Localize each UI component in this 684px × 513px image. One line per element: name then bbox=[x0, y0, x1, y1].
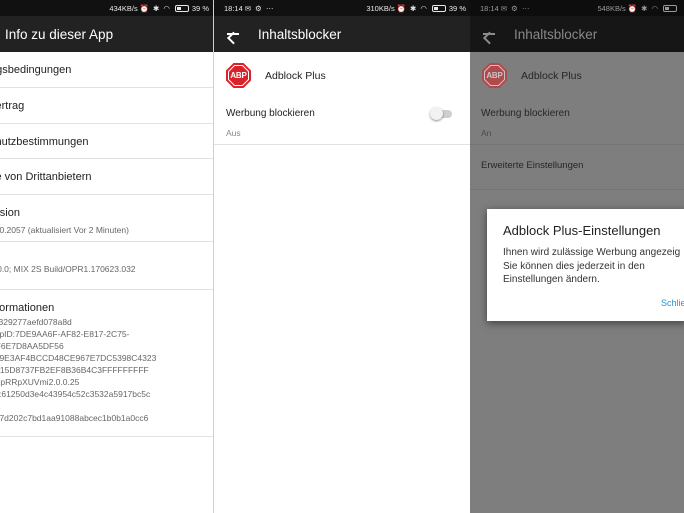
back-arrow-icon[interactable] bbox=[226, 27, 240, 41]
app-name: Adblock Plus bbox=[265, 69, 326, 82]
advanced-settings-label: Erweiterte Einstellungen bbox=[481, 160, 584, 171]
dialog-message: Ihnen wird zulässige Werbung angezeig Si… bbox=[503, 246, 681, 287]
info-line: 2b7d202c7bd1aa91088abcec1b0b1a0cc6 bbox=[0, 413, 149, 423]
info-line: sh:61250d3e4c43954c52c3532a5917bc5c bbox=[0, 389, 151, 399]
block-ads-setting: Werbung blockieren An bbox=[470, 99, 684, 145]
setting-value: Aus bbox=[226, 128, 241, 138]
wifi-icon: ◠ bbox=[651, 3, 658, 13]
version-value: .0.0.2057 (aktualisiert Vor 2 Minuten) bbox=[0, 225, 129, 235]
clock: 18:14 bbox=[480, 3, 499, 13]
info-line: 0F15D8737FB2EF8B36B4C3FFFFFFFFF bbox=[0, 365, 149, 375]
status-bar: 434KB/s ⏰ ✱ ◠ 39 % bbox=[0, 0, 213, 16]
page-title: Info zu dieser App bbox=[5, 26, 114, 42]
alarm-icon: ⏰ bbox=[139, 3, 150, 13]
content-blocker-screen: 18:14 ✉ ⚙ ⋯ 310KB/s ⏰ ✱ ◠ 39 % Inhaltsbl… bbox=[213, 0, 470, 513]
setting-label: Werbung blockieren bbox=[481, 108, 570, 119]
battery-icon bbox=[174, 4, 189, 12]
adblock-settings-dialog: Adblock Plus-Einstellungen Ihnen wird zu… bbox=[487, 209, 684, 321]
info-line: D:329277aefd078a8d bbox=[0, 317, 72, 327]
bluetooth-icon: ✱ bbox=[410, 3, 417, 13]
user-agent-value: 8.0.0; MIX 2S Build/OPR1.170623.032 bbox=[0, 264, 136, 274]
back-arrow-icon bbox=[482, 27, 496, 41]
setting-label: Werbung blockieren bbox=[226, 108, 315, 119]
message-icon: ✉ bbox=[500, 3, 508, 13]
battery-level: 39 % bbox=[191, 3, 209, 13]
network-speed: 548KB/s bbox=[597, 3, 626, 13]
blocker-list: ABP Adblock Plus Werbung blockieren Aus bbox=[214, 52, 470, 513]
alarm-icon: ⏰ bbox=[627, 3, 638, 13]
page-title: Inhaltsblocker bbox=[514, 26, 598, 42]
item-title: vertrag bbox=[0, 100, 25, 112]
dialog-title: Adblock Plus-Einstellungen bbox=[503, 223, 661, 238]
status-bar: 18:14 ✉ ⚙ ⋯ 310KB/s ⏰ ✱ ◠ 39 % bbox=[214, 0, 470, 16]
settings-icon: ⚙ bbox=[255, 3, 262, 13]
dialog-line: Sie können dies jederzeit in den bbox=[503, 260, 645, 272]
item-title: se von Drittanbietern bbox=[0, 171, 92, 183]
network-speed: 310KB/s bbox=[366, 3, 395, 13]
app-bar: Inhaltsblocker bbox=[214, 16, 470, 52]
advanced-settings-item: Erweiterte Einstellungen bbox=[470, 145, 684, 190]
info-line: BF6E7D8AA5DF56 bbox=[0, 341, 64, 351]
info-line: S2pRRpXUVmi2.0.0.25 bbox=[0, 377, 80, 387]
more-icon: ⋯ bbox=[521, 3, 530, 13]
more-icon: ⋯ bbox=[265, 3, 274, 13]
item-title: ngsbedingungen bbox=[0, 64, 72, 76]
wifi-icon: ◠ bbox=[420, 3, 427, 13]
app-header: ABP Adblock Plus bbox=[214, 52, 470, 99]
list-item-user-agent: 8.0.0; MIX 2S Build/OPR1.170623.032 bbox=[0, 242, 213, 290]
list-item-license[interactable]: vertrag bbox=[0, 88, 213, 124]
item-title: nformationen bbox=[0, 302, 55, 314]
network-speed: 434KB/s bbox=[109, 3, 138, 13]
dialog-line: Einstellungen ändern. bbox=[503, 274, 600, 285]
dialog-line: Ihnen wird zulässige Werbung angezeig bbox=[503, 247, 681, 258]
app-info-screen: 434KB/s ⏰ ✱ ◠ 39 % Info zu dieser App ng… bbox=[0, 0, 213, 513]
about-list: ngsbedingungen vertrag chutzbestimmungen… bbox=[0, 52, 213, 513]
info-line: 739E3AF4BCCD48CE967E7DC5398C4323 bbox=[0, 353, 157, 363]
list-item-version: ersion .0.0.2057 (aktualisiert Vor 2 Min… bbox=[0, 195, 213, 242]
adblock-plus-icon: ABP bbox=[482, 63, 507, 88]
list-item-third-party[interactable]: se von Drittanbietern bbox=[0, 159, 213, 195]
info-line: appID:7DE9AA6F-AF82-E817-2C75- bbox=[0, 329, 130, 339]
bluetooth-icon: ✱ bbox=[641, 3, 648, 13]
list-item-privacy[interactable]: chutzbestimmungen bbox=[0, 124, 213, 159]
list-item-info: nformationen D:329277aefd078a8d appID:7D… bbox=[0, 290, 213, 437]
app-bar: Info zu dieser App bbox=[0, 16, 213, 52]
message-icon: ✉ bbox=[244, 3, 252, 13]
adblock-plus-icon: ABP bbox=[226, 63, 251, 88]
item-title: chutzbestimmungen bbox=[0, 136, 89, 148]
status-bar: 18:14 ✉ ⚙ ⋯ 548KB/s ⏰ ✱ ◠ bbox=[470, 0, 684, 16]
page-title: Inhaltsblocker bbox=[258, 26, 342, 42]
item-title: ersion bbox=[0, 207, 20, 219]
bluetooth-icon: ✱ bbox=[153, 3, 160, 13]
list-item-terms[interactable]: ngsbedingungen bbox=[0, 52, 213, 88]
setting-value: An bbox=[481, 128, 492, 138]
info-line: ID: bbox=[0, 400, 207, 412]
app-name: Adblock Plus bbox=[521, 69, 582, 82]
battery-icon bbox=[431, 4, 446, 12]
battery-level: 39 % bbox=[448, 3, 466, 13]
block-ads-toggle[interactable] bbox=[430, 107, 452, 120]
close-button[interactable]: Schließ bbox=[661, 298, 684, 308]
alarm-icon: ⏰ bbox=[396, 3, 407, 13]
app-bar: Inhaltsblocker bbox=[470, 16, 684, 52]
clock: 18:14 bbox=[224, 3, 243, 13]
wifi-icon: ◠ bbox=[163, 3, 170, 13]
app-header: ABP Adblock Plus bbox=[470, 52, 684, 99]
battery-icon bbox=[663, 4, 677, 12]
block-ads-setting[interactable]: Werbung blockieren Aus bbox=[214, 99, 470, 145]
settings-icon: ⚙ bbox=[511, 3, 518, 13]
